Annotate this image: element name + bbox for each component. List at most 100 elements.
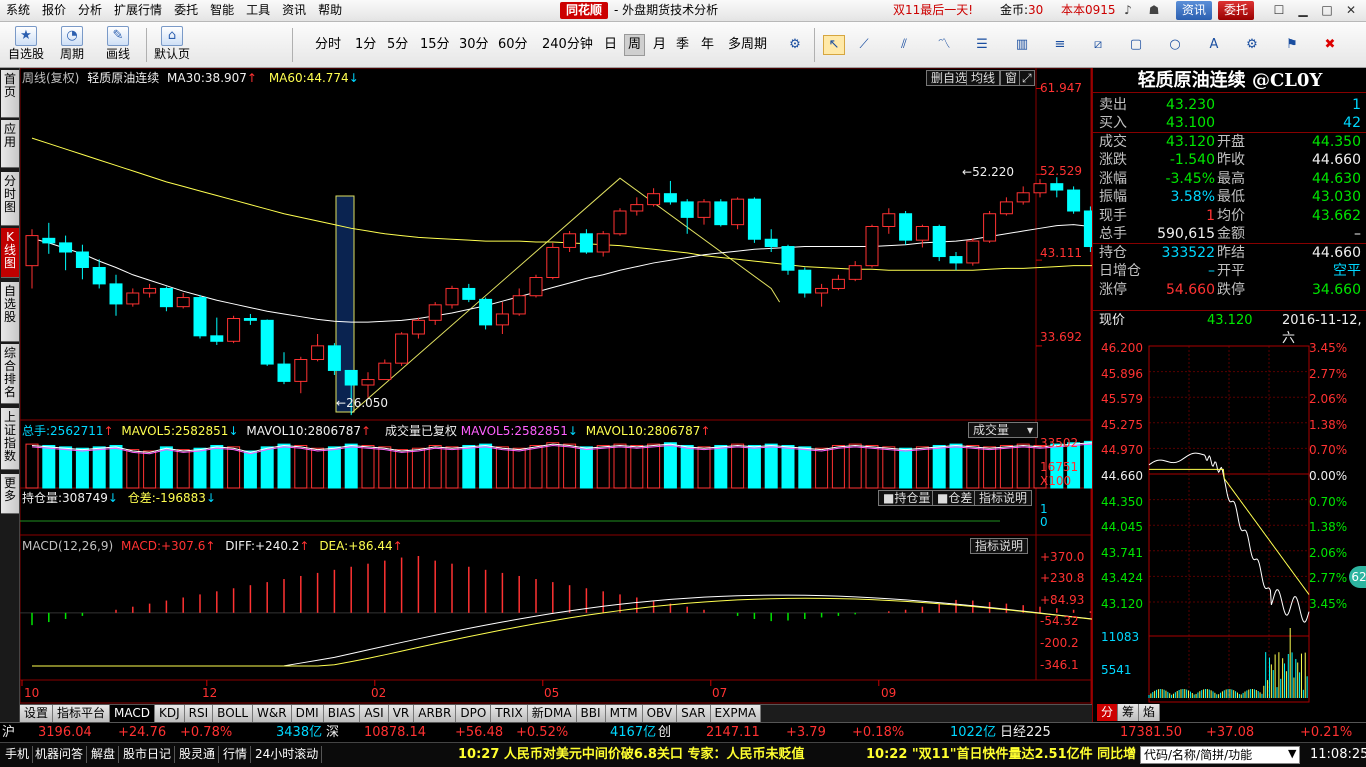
indicator-tab[interactable]: 新DMA [527,705,577,722]
search-input[interactable]: 代码/名称/简拼/功能 [1140,746,1300,764]
close-icon[interactable]: ✕ [1342,2,1360,19]
indicator-tab[interactable]: ASI [360,705,389,722]
period-1min[interactable]: 1分 [352,34,379,56]
gear-icon[interactable]: ⚙ [784,35,806,55]
tab-ranking[interactable]: 综合排名 [1,344,19,404]
news-ticker-2[interactable]: 10:22 "双11"首日快件量达2.51亿件 同比增长 [866,746,1136,764]
indicator-tab[interactable]: MTM [605,705,643,722]
parallel-icon[interactable]: ⫽ [893,35,915,55]
cursor-icon[interactable]: ↖ [823,35,845,55]
indicator-tab[interactable]: BIAS [323,705,361,722]
maximize-panel-icon[interactable]: ⤢ [1019,70,1035,86]
skin-icon[interactable]: ☐ [1270,2,1288,19]
line-icon[interactable]: ⟋ [853,35,875,55]
period-week[interactable]: 周 [624,34,646,56]
volume-dropdown[interactable]: 成交量 ▾ [968,422,1038,438]
menu-quote[interactable]: 报价 [36,0,72,21]
macd-help-button[interactable]: 指标说明 [970,538,1029,554]
robot-qa-button[interactable]: 机器问答 [32,746,88,763]
indicator-tab[interactable]: BBI [576,705,606,722]
indicator-tab[interactable]: RSI [184,705,214,722]
period-15min[interactable]: 15分 [417,34,453,56]
indicator-tab[interactable]: OBV [642,705,678,722]
minimize-icon[interactable]: ▁ [1294,2,1312,19]
indicator-tab[interactable]: 指标平台 [53,705,111,722]
tab-timeshare[interactable]: 分时图 [1,172,19,226]
tab-watchlist[interactable]: 自选股 [1,282,19,342]
menu-news[interactable]: 资讯 [276,0,312,21]
mini-tab-timeshare[interactable]: 分 [1097,704,1119,721]
wave-icon[interactable]: 〽 [933,35,955,55]
grid-icon[interactable]: ▥ [1011,35,1033,55]
mini-tab-flame[interactable]: 焰 [1139,704,1161,721]
indicator-tab[interactable]: DPO [456,705,492,722]
user-name[interactable]: 本本0915 [1061,0,1116,21]
indicator-tab[interactable]: KDJ [155,705,185,722]
period-timeshare[interactable]: 分时 [312,34,344,56]
settings-icon[interactable]: ⚙ [1241,35,1263,55]
stock-diary-button[interactable]: 股市日记 [120,746,176,763]
chevron-down-icon[interactable]: ▼ [1288,747,1296,760]
indicator-tab[interactable]: EXPMA [710,705,762,722]
period-month[interactable]: 月 [650,34,669,56]
oi-help-button[interactable]: 指标说明 [974,490,1033,506]
tab-sh-index[interactable]: 上证指数 [1,408,19,470]
menu-tools[interactable]: 工具 [240,0,276,21]
menu-extended[interactable]: 扩展行情 [108,0,168,21]
text-icon[interactable]: A [1203,35,1225,55]
tab-kline[interactable]: K线图 [1,228,19,278]
indicator-tab[interactable]: 设置 [20,705,54,722]
flag-icon[interactable]: ⚑ [1281,35,1303,55]
mini-tab-chips[interactable]: 筹 [1118,704,1140,721]
indicator-tab[interactable]: ARBR [414,705,457,722]
indicator-tab[interactable]: MACD [110,705,156,722]
draw-button[interactable]: ✎ 画线 [96,24,140,66]
menu-trade[interactable]: 委托 [168,0,204,21]
cycle-button[interactable]: ◔ 周期 [50,24,94,66]
bell-icon[interactable]: ♪ [1120,3,1136,18]
ma-button[interactable]: 均线 [966,70,1001,86]
shirt-icon[interactable]: ☗ [1146,3,1162,18]
news-ticker-1[interactable]: 10:27 人民币对美元中间价破6.8关口 专家：人民币未贬值 [458,746,818,764]
circle-icon[interactable]: ○ [1164,35,1186,55]
indicator-tab[interactable]: DMI [291,705,324,722]
indicator-tab[interactable]: VR [388,705,415,722]
period-quarter[interactable]: 季 [673,34,692,56]
mini-badge[interactable]: 62 [1349,566,1366,588]
menu-smart[interactable]: 智能 [204,0,240,21]
rect-icon[interactable]: ▢ [1125,35,1147,55]
kline-chart[interactable]: 周线(复权) 轻质原油连续 MA30:38.907↑ MA60:44.774↓ … [20,68,1092,704]
menu-system[interactable]: 系统 [0,0,36,21]
stock-spirit-button[interactable]: 股灵通 [176,746,220,763]
period-multi[interactable]: 多周期 [725,34,770,56]
oi-toggle[interactable]: ■持仓量 [878,490,936,506]
maximize-icon[interactable]: □ [1318,2,1336,19]
default-page-button[interactable]: ⌂ 默认页 [150,24,194,66]
tab-home[interactable]: 首页 [1,70,19,118]
indicator-tab[interactable]: SAR [677,705,711,722]
mobile-button[interactable]: 手机 [2,746,34,763]
promo-link[interactable]: 双11最后一天! [893,0,973,21]
tab-apps[interactable]: 应用 [1,120,19,168]
watchlist-button[interactable]: ★ 自选股 [4,24,48,66]
period-60min[interactable]: 60分 [495,34,531,56]
period-240min[interactable]: 240分钟 [539,34,596,56]
indicator-tab[interactable]: TRIX [491,705,528,722]
menu-analysis[interactable]: 分析 [72,0,108,21]
market-button[interactable]: 行情 [220,746,252,763]
24h-news-button[interactable]: 24小时滚动 [252,746,323,763]
delete-icon[interactable]: ✖ [1319,35,1341,55]
trade-button[interactable]: 委托 [1218,1,1255,20]
oi-diff-toggle[interactable]: ■仓差 [932,490,978,506]
period-day[interactable]: 日 [601,34,620,56]
bars-icon[interactable]: ☰ [971,35,993,55]
indicator-tab[interactable]: W&R [253,705,292,722]
period-year[interactable]: 年 [698,34,717,56]
indicator-tab[interactable]: BOLL [213,705,254,722]
channel-icon[interactable]: ⧄ [1087,35,1109,55]
tab-more[interactable]: 更多 [1,474,19,514]
menu-help[interactable]: 帮助 [312,0,348,21]
market-analysis-button[interactable]: 解盘 [88,746,120,763]
news-button[interactable]: 资讯 [1176,1,1213,20]
period-30min[interactable]: 30分 [456,34,492,56]
